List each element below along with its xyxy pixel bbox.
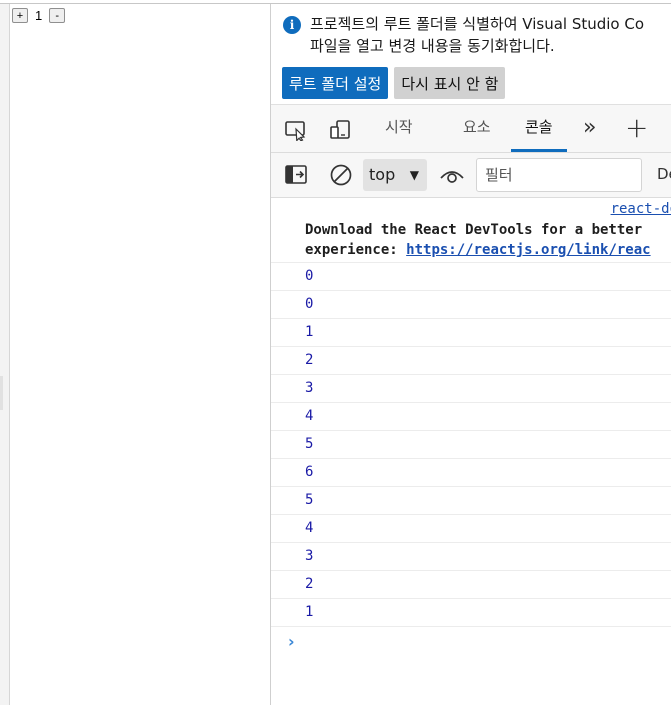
add-tab-icon[interactable]: + bbox=[625, 111, 648, 144]
filter-input[interactable] bbox=[476, 158, 642, 192]
tab-console[interactable]: 콘솔 bbox=[511, 105, 567, 152]
devtools-tabbar: 시작 요소 콘솔 » + bbox=[271, 105, 671, 153]
left-scroll-gutter bbox=[0, 4, 10, 705]
log-value: 2 bbox=[305, 352, 314, 368]
console-log-row: 3 bbox=[271, 543, 671, 571]
infobar-message-line1: 프로젝트의 루트 폴더를 식별하여 Visual Studio Co bbox=[310, 15, 645, 33]
log-value: 0 bbox=[305, 296, 314, 312]
react-message-prefix: experience: bbox=[305, 242, 407, 258]
minus-button[interactable]: - bbox=[49, 8, 66, 23]
log-value: 0 bbox=[305, 268, 314, 284]
console-log-row: 0 bbox=[271, 263, 671, 291]
devtools-panel: i 프로젝트의 루트 폴더를 식별하여 Visual Studio Co 파일을… bbox=[270, 4, 671, 705]
message-source-link[interactable]: react-do bbox=[611, 201, 671, 217]
tab-elements[interactable]: 요소 bbox=[463, 105, 491, 149]
console-log-row: 4 bbox=[271, 515, 671, 543]
dont-show-again-button[interactable]: 다시 표시 안 함 bbox=[394, 67, 506, 99]
log-value: 3 bbox=[305, 548, 314, 564]
count-value: 1 bbox=[35, 8, 43, 23]
console-log-row: 1 bbox=[271, 319, 671, 347]
console-log-row: 5 bbox=[271, 431, 671, 459]
log-value: 6 bbox=[305, 464, 314, 480]
chevron-right-icon: › bbox=[288, 632, 295, 651]
react-message-line2: experience: https://reactjs.org/link/rea… bbox=[305, 240, 651, 260]
live-expression-eye-icon[interactable] bbox=[439, 165, 465, 185]
log-value: 5 bbox=[305, 436, 314, 452]
infobar-actions: 루트 폴더 설정 다시 표시 안 함 bbox=[282, 67, 506, 99]
info-icon: i bbox=[283, 16, 301, 34]
console-log-row: 2 bbox=[271, 571, 671, 599]
console-prompt-row[interactable]: › bbox=[271, 627, 671, 654]
console-log-row: 1 bbox=[271, 599, 671, 627]
caret-down-icon: ▼ bbox=[409, 168, 419, 182]
log-value: 4 bbox=[305, 408, 314, 424]
infobar-message: 프로젝트의 루트 폴더를 식별하여 Visual Studio Co 파일을 열… bbox=[310, 13, 671, 57]
clear-console-icon[interactable] bbox=[329, 163, 353, 187]
device-emulation-icon[interactable] bbox=[329, 119, 353, 141]
inspect-element-icon[interactable] bbox=[284, 119, 308, 141]
context-selector-value: top bbox=[369, 165, 396, 184]
root-folder-infobar: i 프로젝트의 루트 폴더를 식별하여 Visual Studio Co 파일을… bbox=[271, 4, 671, 105]
resize-handle[interactable] bbox=[0, 376, 3, 410]
tab-welcome[interactable]: 시작 bbox=[385, 105, 413, 149]
log-levels-dropdown[interactable]: De bbox=[657, 165, 671, 183]
log-value: 2 bbox=[305, 576, 314, 592]
react-message-line1: Download the React DevTools for a better bbox=[305, 222, 643, 238]
plus-button[interactable]: + bbox=[12, 8, 28, 23]
log-value: 1 bbox=[305, 324, 314, 340]
react-devtools-message: Download the React DevTools for a better… bbox=[305, 220, 651, 260]
console-log-row: 3 bbox=[271, 375, 671, 403]
log-value: 5 bbox=[305, 492, 314, 508]
sidebar-toggle-icon[interactable] bbox=[284, 164, 308, 186]
set-root-folder-button[interactable]: 루트 폴더 설정 bbox=[282, 67, 389, 99]
console-log-row: 5 bbox=[271, 487, 671, 515]
console-log-row: 4 bbox=[271, 403, 671, 431]
log-value: 1 bbox=[305, 604, 314, 620]
console-message-react-devtools: react-do Download the React DevTools for… bbox=[271, 198, 671, 263]
console-log-row: 6 bbox=[271, 459, 671, 487]
counter: + 1 - bbox=[12, 8, 66, 23]
page-viewport: + 1 - bbox=[10, 4, 270, 705]
log-value: 3 bbox=[305, 380, 314, 396]
console-log-row: 0 bbox=[271, 291, 671, 319]
context-selector[interactable]: top ▼ bbox=[363, 159, 427, 191]
console-log-row: 2 bbox=[271, 347, 671, 375]
log-value: 4 bbox=[305, 520, 314, 536]
react-devtools-link[interactable]: https://reactjs.org/link/reac bbox=[406, 242, 650, 258]
console-toolbar: top ▼ De bbox=[271, 153, 671, 198]
infobar-message-line2: 파일을 열고 변경 내용을 동기화합니다. bbox=[310, 37, 555, 55]
more-tabs-icon[interactable]: » bbox=[583, 115, 596, 140]
console-output: react-do Download the React DevTools for… bbox=[271, 198, 671, 654]
